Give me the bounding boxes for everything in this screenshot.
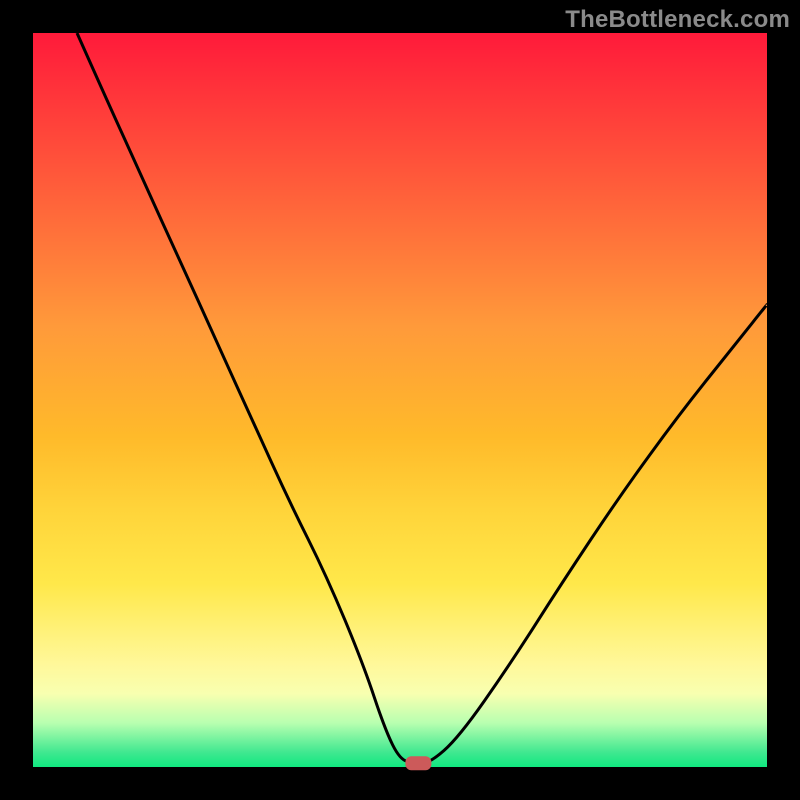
bottleneck-curve [33,33,767,767]
chart-frame: TheBottleneck.com [0,0,800,800]
curve-path [77,33,767,763]
watermark-text: TheBottleneck.com [565,6,790,34]
optimum-marker [405,756,431,770]
plot-area [33,33,767,767]
